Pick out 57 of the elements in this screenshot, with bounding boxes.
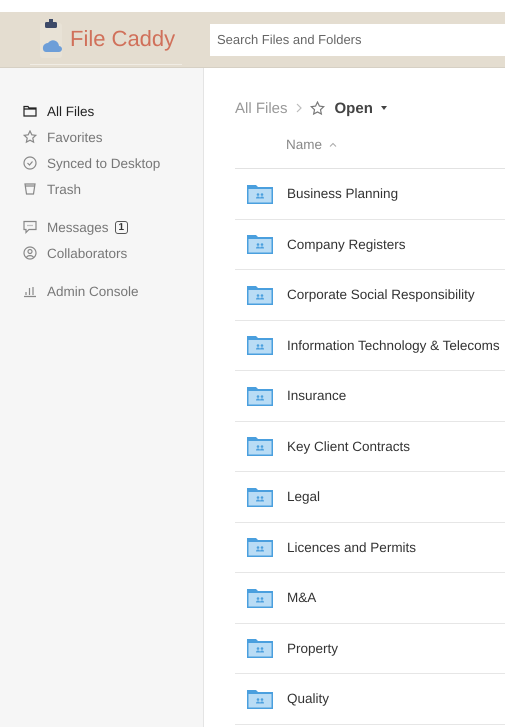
- sidebar-item[interactable]: Favorites: [23, 124, 203, 150]
- folder-row[interactable]: Information Technology & Telecoms: [235, 320, 505, 371]
- folder-name: Property: [287, 640, 338, 656]
- sidebar-item[interactable]: Collaborators: [23, 240, 203, 266]
- search-field[interactable]: Search Files and Folders: [210, 24, 505, 56]
- folder-row[interactable]: Insurance: [235, 371, 505, 422]
- folder-name: Corporate Social Responsibility: [287, 287, 475, 302]
- shared-folder-icon: [247, 486, 273, 507]
- check-circle-icon: [23, 156, 37, 170]
- person-icon: [23, 246, 37, 260]
- shared-folder-icon: [247, 386, 273, 406]
- folder-name: Insurance: [287, 388, 346, 404]
- shared-folder-icon: [247, 688, 273, 709]
- folder-icon: [23, 104, 37, 118]
- folder-name: Business Planning: [287, 186, 398, 202]
- folder-row[interactable]: Corporate Social Responsibility: [235, 270, 505, 320]
- folder-row[interactable]: M&A: [235, 573, 505, 624]
- sidebar-item[interactable]: Synced to Desktop: [23, 150, 203, 176]
- count-badge: 1: [114, 220, 128, 234]
- folder-row[interactable]: Business Planning: [235, 169, 505, 220]
- folder-row[interactable]: Company Registers: [235, 220, 505, 270]
- shared-folder-icon: [247, 638, 273, 658]
- folder-row[interactable]: Key Client Contracts: [235, 422, 505, 472]
- shared-folder-icon: [247, 335, 273, 356]
- shared-folder-icon: [247, 234, 273, 254]
- shared-folder-icon: [247, 184, 273, 204]
- trash-icon: [23, 182, 37, 196]
- folder-row[interactable]: Legal: [235, 472, 505, 522]
- message-icon: [23, 220, 37, 234]
- folder-name: M&A: [287, 590, 316, 606]
- sidebar-item[interactable]: Messages 1: [23, 214, 203, 240]
- star-icon: [23, 130, 37, 144]
- shared-folder-icon: [247, 284, 273, 305]
- app-name: File Caddy: [70, 26, 176, 52]
- folder-name: Legal: [287, 489, 320, 504]
- folder-name: Key Client Contracts: [287, 438, 410, 454]
- sidebar-item[interactable]: Admin Console: [23, 278, 203, 304]
- shared-folder-icon: [247, 537, 273, 558]
- folder-name: Quality: [287, 691, 330, 706]
- folder-name: Company Registers: [287, 236, 406, 252]
- sidebar-item[interactable]: Trash: [23, 176, 203, 202]
- shared-folder-icon: [247, 436, 273, 456]
- column-header[interactable]: Name: [286, 137, 322, 152]
- folder-name: Licences and Permits: [287, 540, 416, 555]
- bar-chart-icon: [23, 284, 37, 298]
- folder-name: Information Technology & Telecoms: [287, 338, 500, 353]
- caret-icon[interactable]: [380, 106, 387, 110]
- current-folder-menu[interactable]: Open: [334, 100, 373, 116]
- folder-row[interactable]: Licences and Permits: [235, 522, 505, 573]
- sort-up-icon[interactable]: [329, 142, 338, 147]
- clipboard-cloud-icon: [38, 19, 64, 59]
- folder-row[interactable]: Quality: [235, 674, 505, 724]
- folder-row[interactable]: Property: [235, 624, 505, 674]
- chevron-icon: [296, 103, 302, 113]
- shared-folder-icon: [247, 588, 273, 608]
- sidebar-item[interactable]: All Files: [23, 98, 203, 124]
- star-icon[interactable]: [310, 100, 325, 116]
